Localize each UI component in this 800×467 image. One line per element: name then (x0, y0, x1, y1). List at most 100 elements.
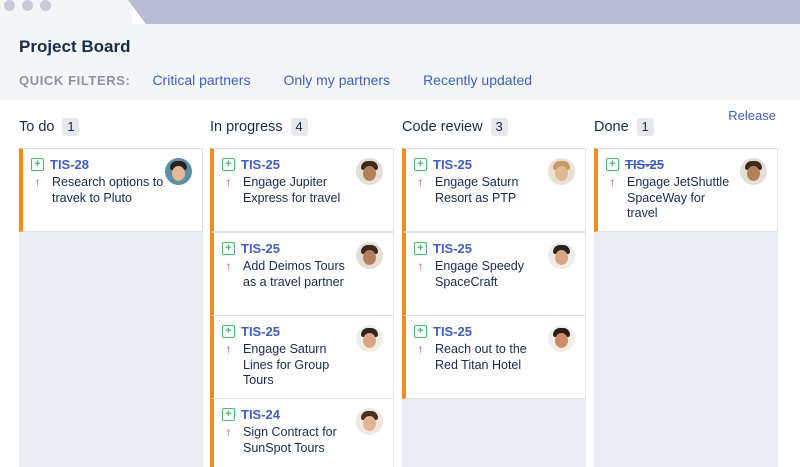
issue-summary-row: ↑ Reach out to the Red Titan Hotel (414, 342, 547, 373)
issue-key-row: + TIS-25 (414, 241, 472, 256)
issue-key-link[interactable]: TIS-28 (50, 157, 89, 172)
add-subtask-icon[interactable]: + (222, 242, 235, 255)
quick-filters-label: QUICK FILTERS: (19, 72, 131, 88)
issue-key-link[interactable]: TIS-25 (241, 157, 280, 172)
issue-key-link[interactable]: TIS-24 (241, 407, 280, 422)
priority-high-icon: ↑ (417, 259, 424, 273)
issue-key-row: + TIS-25 (222, 241, 280, 256)
issue-summary: Engage Jupiter Express for travel (243, 175, 341, 205)
column-code-review: Code review 3 + TIS-25 ↑ Engage Saturn Resort… (402, 118, 586, 467)
add-subtask-icon[interactable]: + (414, 325, 427, 338)
issue-summary: Reach out to the Red Titan Hotel (435, 342, 527, 372)
column-count-badge: 1 (636, 118, 654, 136)
issue-key-link[interactable]: TIS-25 (433, 157, 472, 172)
assignee-avatar[interactable] (740, 158, 767, 185)
avatar-face (555, 166, 568, 181)
avatar-face (363, 416, 376, 431)
issue-card[interactable]: + TIS-28 ↑ Research options to travek to Pl… (19, 148, 203, 232)
column-count-badge: 4 (290, 118, 308, 136)
assignee-avatar[interactable] (356, 158, 383, 185)
issue-key-link[interactable]: TIS-25 (241, 324, 280, 339)
issue-key-link[interactable]: TIS-25 (433, 324, 472, 339)
issue-card[interactable]: + TIS-25 ↑ Engage Jupiter Express for trave… (210, 148, 394, 232)
issue-key-link[interactable]: TIS-25 (433, 241, 472, 256)
filter-critical-partners[interactable]: Critical partners (152, 72, 250, 88)
column-title: In progress (210, 119, 283, 135)
issue-key-row: + TIS-25 (414, 324, 472, 339)
priority-high-icon: ↑ (225, 425, 232, 439)
issue-key-link[interactable]: TIS-25 (241, 241, 280, 256)
quick-filters: QUICK FILTERS: Critical partners Only my… (19, 72, 565, 88)
issue-key-link[interactable]: TIS-25 (625, 157, 664, 172)
issue-summary-row: ↑ Engage JetShuttle SpaceWay for travel (606, 175, 739, 222)
priority-high-icon: ↑ (34, 175, 41, 189)
priority-high-icon: ↑ (225, 175, 232, 189)
window-close-dot[interactable] (4, 0, 15, 11)
priority-high-icon: ↑ (417, 175, 424, 189)
assignee-avatar[interactable] (356, 242, 383, 269)
column-header: In progress 4 (210, 118, 394, 136)
board-header: Project Board QUICK FILTERS: Critical pa… (0, 24, 800, 100)
add-subtask-icon[interactable]: + (414, 158, 427, 171)
add-subtask-icon[interactable]: + (222, 408, 235, 421)
column-title: Code review (402, 119, 483, 135)
priority-high-icon: ↑ (609, 175, 616, 189)
avatar-face (747, 166, 760, 181)
add-subtask-icon[interactable]: + (222, 158, 235, 171)
assignee-avatar[interactable] (356, 408, 383, 435)
column-dropzone: + TIS-25 ↑ Engage Jupiter Express for trave… (210, 148, 394, 467)
avatar-face (363, 333, 376, 348)
avatar-face (172, 166, 185, 181)
column-title: To do (19, 119, 55, 135)
issue-key-row: + TIS-25 (222, 324, 280, 339)
assignee-avatar[interactable] (356, 325, 383, 352)
issue-card[interactable]: + TIS-25 ↑ Engage JetShuttle SpaceWay for t… (594, 148, 778, 232)
column-header: Done 1 (594, 118, 778, 136)
issue-card[interactable]: + TIS-25 ↑ Engage Saturn Resort as PTP (402, 148, 586, 232)
issue-key-row: + TIS-25 (414, 157, 472, 172)
issue-summary-row: ↑ Sign Contract for SunSpot Tours (222, 425, 355, 456)
assignee-avatar[interactable] (548, 242, 575, 269)
add-subtask-icon[interactable]: + (222, 325, 235, 338)
window-tab (0, 0, 132, 24)
column-to-do: To do 1 + TIS-28 ↑ Research options to travek… (19, 118, 203, 467)
add-subtask-icon[interactable]: + (606, 158, 619, 171)
issue-card[interactable]: + TIS-25 ↑ Engage Speedy SpaceCraft (402, 232, 586, 316)
window-minimize-dot[interactable] (22, 0, 33, 11)
add-subtask-icon[interactable]: + (414, 242, 427, 255)
page-title: Project Board (19, 37, 131, 56)
column-done: Done 1 + TIS-25 ↑ Engage JetShuttle SpaceWay … (594, 118, 778, 467)
assignee-avatar[interactable] (548, 158, 575, 185)
issue-key-row: + TIS-28 (31, 157, 89, 172)
issue-summary-row: ↑ Engage Saturn Resort as PTP (414, 175, 547, 206)
issue-card[interactable]: + TIS-25 ↑ Reach out to the Red Titan Hotel (402, 315, 586, 399)
priority-high-icon: ↑ (417, 342, 424, 356)
column-count-badge: 1 (62, 118, 80, 136)
issue-summary: Engage Saturn Resort as PTP (435, 175, 519, 205)
issue-key-row: + TIS-25 (606, 157, 664, 172)
issue-card[interactable]: + TIS-25 ↑ Engage Saturn Lines for Group To… (210, 315, 394, 399)
issue-summary: Research options to travek to Pluto (52, 175, 164, 205)
add-subtask-icon[interactable]: + (31, 158, 44, 171)
filter-only-my-partners[interactable]: Only my partners (283, 72, 390, 88)
issue-card[interactable]: + TIS-25 ↑ Add Deimos Tours as a travel par… (210, 232, 394, 316)
column-header: Code review 3 (402, 118, 586, 136)
issue-summary-row: ↑ Add Deimos Tours as a travel partner (222, 259, 355, 290)
window-titlebar (0, 0, 800, 24)
issue-summary: Add Deimos Tours as a travel partner (243, 259, 345, 289)
issue-summary-row: ↑ Research options to travek to Pluto (31, 175, 164, 206)
filter-recently-updated[interactable]: Recently updated (423, 72, 532, 88)
issue-key-row: + TIS-25 (222, 157, 280, 172)
issue-summary: Engage Speedy SpaceCraft (435, 259, 524, 289)
issue-card[interactable]: + TIS-24 ↑ Sign Contract for SunSpot Tours (210, 398, 394, 467)
window-maximize-dot[interactable] (40, 0, 51, 11)
priority-high-icon: ↑ (225, 259, 232, 273)
assignee-avatar[interactable] (165, 158, 192, 185)
column-dropzone: + TIS-25 ↑ Engage JetShuttle SpaceWay for t… (594, 148, 778, 467)
assignee-avatar[interactable] (548, 325, 575, 352)
column-count-badge: 3 (490, 118, 508, 136)
issue-summary: Sign Contract for SunSpot Tours (243, 425, 337, 455)
issue-summary-row: ↑ Engage Jupiter Express for travel (222, 175, 355, 206)
issue-summary-row: ↑ Engage Saturn Lines for Group Tours (222, 342, 355, 389)
column-dropzone: + TIS-28 ↑ Research options to travek to Pl… (19, 148, 203, 467)
